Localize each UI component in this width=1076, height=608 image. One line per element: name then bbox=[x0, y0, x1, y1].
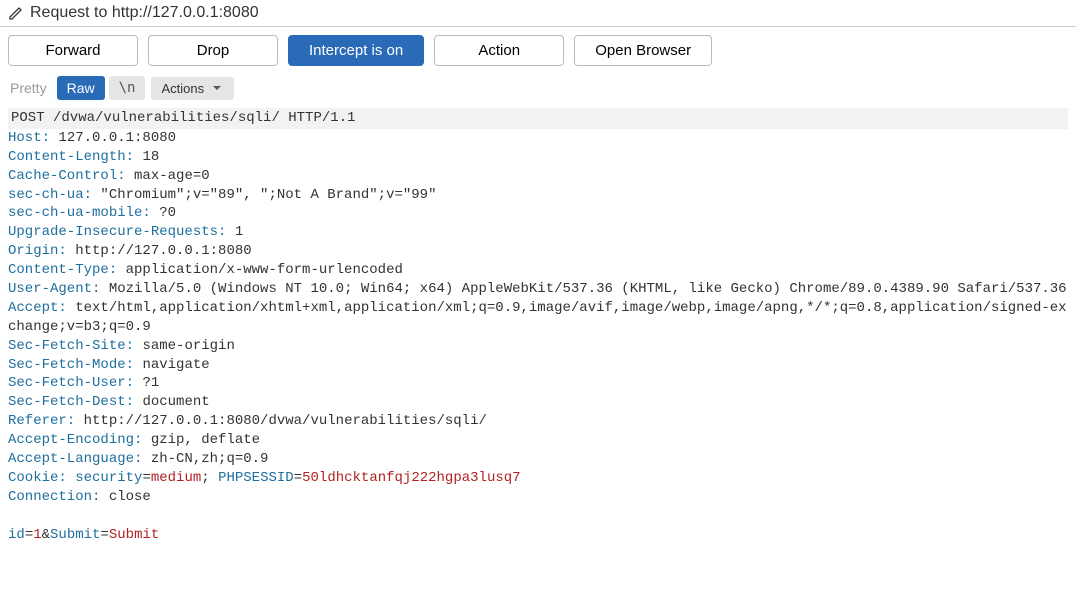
body-param-name: id bbox=[8, 527, 25, 543]
body-param-name: Submit bbox=[50, 527, 100, 543]
header-name: Content-Length: bbox=[8, 149, 134, 165]
header-value: max-age=0 bbox=[134, 168, 210, 184]
header-value: same-origin bbox=[142, 338, 234, 354]
header-name: sec-ch-ua-mobile: bbox=[8, 205, 151, 221]
body-param-value: 1 bbox=[33, 527, 41, 543]
header-name: Accept: bbox=[8, 300, 67, 316]
newline-toggle-button[interactable]: \n bbox=[109, 76, 146, 100]
cookie-name: security bbox=[75, 470, 142, 486]
header-name: Cookie: bbox=[8, 470, 67, 486]
header-name: Sec-Fetch-Site: bbox=[8, 338, 134, 354]
chevron-down-icon bbox=[210, 81, 224, 95]
title-bar: Request to http://127.0.0.1:8080 bbox=[0, 0, 1076, 27]
drop-button[interactable]: Drop bbox=[148, 35, 278, 66]
raw-request-content[interactable]: POST /dvwa/vulnerabilities/sqli/ HTTP/1.… bbox=[0, 104, 1076, 548]
request-first-line: POST /dvwa/vulnerabilities/sqli/ HTTP/1.… bbox=[8, 108, 1068, 129]
header-name: Accept-Encoding: bbox=[8, 432, 142, 448]
intercept-toggle-button[interactable]: Intercept is on bbox=[288, 35, 424, 66]
header-name: Origin: bbox=[8, 243, 67, 259]
header-value: document bbox=[142, 394, 209, 410]
header-name: sec-ch-ua: bbox=[8, 187, 92, 203]
cookie-value: medium bbox=[151, 470, 201, 486]
header-name: Accept-Language: bbox=[8, 451, 142, 467]
actions-dropdown[interactable]: Actions bbox=[151, 77, 234, 100]
main-toolbar: Forward Drop Intercept is on Action Open… bbox=[0, 27, 1076, 74]
header-name: Sec-Fetch-User: bbox=[8, 375, 134, 391]
header-value: ?1 bbox=[142, 375, 159, 391]
pencil-icon bbox=[8, 5, 24, 21]
header-value: http://127.0.0.1:8080 bbox=[75, 243, 251, 259]
view-mode-bar: Pretty Raw \n Actions bbox=[0, 74, 1076, 104]
window-title: Request to http://127.0.0.1:8080 bbox=[30, 4, 259, 22]
header-value: "Chromium";v="89", ";Not A Brand";v="99" bbox=[100, 187, 436, 203]
header-value: zh-CN,zh;q=0.9 bbox=[151, 451, 269, 467]
actions-dropdown-label: Actions bbox=[161, 81, 204, 96]
header-value: http://127.0.0.1:8080/dvwa/vulnerabiliti… bbox=[84, 413, 487, 429]
header-value: 1 bbox=[235, 224, 243, 240]
cookie-value: 50ldhcktanfqj222hgpa3lusq7 bbox=[302, 470, 520, 486]
header-value: 127.0.0.1:8080 bbox=[58, 130, 176, 146]
forward-button[interactable]: Forward bbox=[8, 35, 138, 66]
header-value: application/x-www-form-urlencoded bbox=[126, 262, 403, 278]
header-value: close bbox=[109, 489, 151, 505]
header-value: navigate bbox=[142, 357, 209, 373]
header-value: 18 bbox=[142, 149, 159, 165]
pretty-view-button[interactable]: Pretty bbox=[0, 76, 57, 100]
action-button[interactable]: Action bbox=[434, 35, 564, 66]
cookie-name: PHPSESSID bbox=[218, 470, 294, 486]
raw-view-button[interactable]: Raw bbox=[57, 76, 105, 100]
header-value: ?0 bbox=[159, 205, 176, 221]
header-value: text/html,application/xhtml+xml,applicat… bbox=[8, 300, 1067, 335]
open-browser-button[interactable]: Open Browser bbox=[574, 35, 712, 66]
header-name: Sec-Fetch-Mode: bbox=[8, 357, 134, 373]
header-name: Connection: bbox=[8, 489, 100, 505]
header-name: Upgrade-Insecure-Requests: bbox=[8, 224, 226, 240]
body-param-value: Submit bbox=[109, 527, 159, 543]
header-value: gzip, deflate bbox=[151, 432, 260, 448]
header-name: Cache-Control: bbox=[8, 168, 126, 184]
header-name: Content-Type: bbox=[8, 262, 117, 278]
header-name: User-Agent: bbox=[8, 281, 100, 297]
header-value: Mozilla/5.0 (Windows NT 10.0; Win64; x64… bbox=[109, 281, 1067, 297]
header-name: Referer: bbox=[8, 413, 75, 429]
header-name: Sec-Fetch-Dest: bbox=[8, 394, 134, 410]
header-name: Host: bbox=[8, 130, 50, 146]
